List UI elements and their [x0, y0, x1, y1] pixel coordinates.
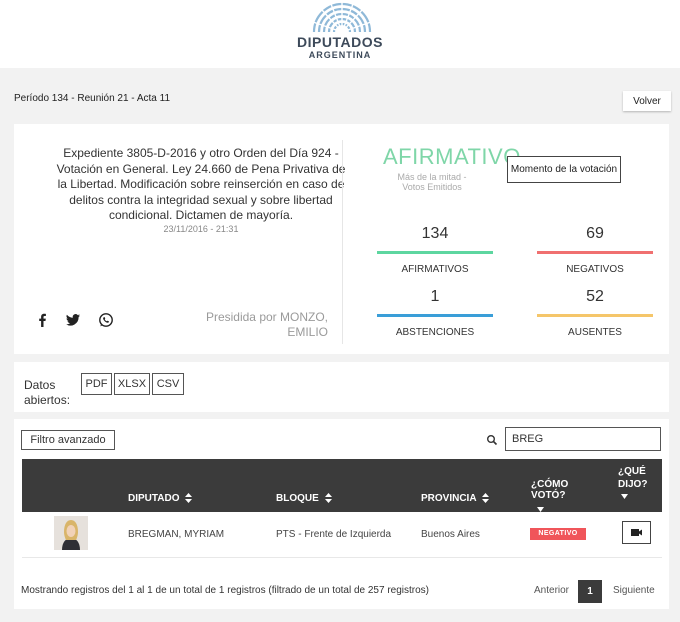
sort-icon — [185, 493, 193, 504]
column-label: ¿CÓMO VOTÓ? — [531, 479, 569, 501]
search-input[interactable] — [505, 427, 661, 451]
sort-icon — [324, 493, 332, 504]
results-table-card: Filtro avanzado DIPUTADO BLOQUE PROVINCI… — [14, 419, 669, 609]
column-label: DIPUTADO — [128, 493, 180, 504]
advanced-filter-button[interactable]: Filtro avanzado — [21, 430, 115, 450]
sort-down-icon — [621, 494, 628, 499]
avatar — [54, 516, 88, 550]
logo-subtitle: ARGENTINA — [308, 50, 372, 60]
stat-bar — [537, 314, 653, 317]
stat-label: ABSTENCIONES — [395, 327, 475, 338]
table-info: Mostrando registros del 1 al 1 de un tot… — [21, 585, 430, 596]
stat-afirmativos: 134 AFIRMATIVOS — [377, 225, 493, 275]
pagination-current-page[interactable]: 1 — [578, 580, 602, 603]
whatsapp-icon[interactable] — [98, 312, 114, 328]
stat-label: NEGATIVOS — [566, 264, 624, 275]
column-como-voto[interactable]: ¿CÓMO VOTÓ? — [531, 479, 603, 515]
column-provincia[interactable]: PROVINCIA — [421, 493, 489, 504]
session-period: Período 134 - Reunión 21 - Acta 11 — [14, 93, 171, 104]
download-pdf-button[interactable]: PDF — [81, 373, 112, 395]
column-bloque[interactable]: BLOQUE — [276, 493, 332, 504]
open-data-label: Datos abiertos: — [24, 378, 71, 407]
presided-by: Presidida por MONZO, EMILIO — [205, 310, 328, 339]
stat-value: 69 — [586, 225, 604, 242]
vote-moment-button[interactable]: Momento de la votación — [507, 156, 621, 183]
vote-status-badge: NEGATIVO — [530, 528, 586, 540]
column-que-dijo[interactable]: ¿QUÉ DIJO? — [618, 465, 648, 499]
vote-summary-card: Expediente 3805-D-2016 y otro Orden del … — [14, 124, 669, 354]
sort-icon — [481, 493, 489, 504]
download-xlsx-button[interactable]: XLSX — [114, 373, 150, 395]
stat-bar — [537, 251, 653, 254]
pagination-previous[interactable]: Anterior — [534, 585, 569, 596]
congress-dome-logo-icon — [312, 2, 372, 32]
stat-abstenciones: 1 ABSTENCIONES — [377, 288, 493, 338]
stat-negativos: 69 NEGATIVOS — [537, 225, 653, 275]
cell-provincia: Buenos Aires — [421, 529, 480, 540]
video-button[interactable] — [622, 521, 651, 544]
vote-result: AFIRMATIVO — [383, 144, 521, 169]
cell-bloque: PTS - Frente de Izquierda — [276, 529, 392, 540]
open-data-card: Datos abiertos: PDF XLSX CSV — [14, 362, 669, 412]
search-icon — [487, 435, 498, 446]
stat-label: AUSENTES — [568, 327, 622, 338]
vote-title: Expediente 3805-D-2016 y otro Orden del … — [56, 146, 346, 222]
stat-bar — [377, 251, 493, 254]
twitter-icon[interactable] — [65, 312, 81, 328]
facebook-icon[interactable] — [34, 312, 50, 328]
card-divider — [342, 140, 343, 344]
back-button[interactable]: Volver — [623, 91, 671, 111]
logo-title: DIPUTADOS — [297, 34, 383, 50]
column-diputado[interactable]: DIPUTADO — [128, 493, 193, 504]
vote-date: 23/11/2016 - 21:31 — [163, 224, 239, 234]
download-csv-button[interactable]: CSV — [152, 373, 184, 395]
column-label: PROVINCIA — [421, 493, 477, 504]
stat-bar — [377, 314, 493, 317]
cell-diputado: BREGMAN, MYRIAM — [128, 529, 225, 540]
majority-type: Más de la mitad - Votos Emitidos — [397, 172, 467, 192]
stat-value: 52 — [586, 288, 604, 305]
video-camera-icon — [631, 529, 642, 536]
table-header: DIPUTADO BLOQUE PROVINCIA ¿CÓMO VOTÓ? ¿Q… — [22, 459, 662, 512]
pagination-next[interactable]: Siguiente — [613, 585, 655, 596]
stat-value: 134 — [421, 225, 449, 242]
stat-label: AFIRMATIVOS — [401, 264, 469, 275]
stat-value: 1 — [430, 288, 440, 305]
table-row[interactable]: BREGMAN, MYRIAM PTS - Frente de Izquierd… — [22, 512, 662, 558]
site-header: DIPUTADOS ARGENTINA — [0, 0, 680, 68]
column-label: BLOQUE — [276, 493, 319, 504]
stat-ausentes: 52 AUSENTES — [537, 288, 653, 338]
column-label: ¿QUÉ DIJO? — [618, 466, 648, 490]
